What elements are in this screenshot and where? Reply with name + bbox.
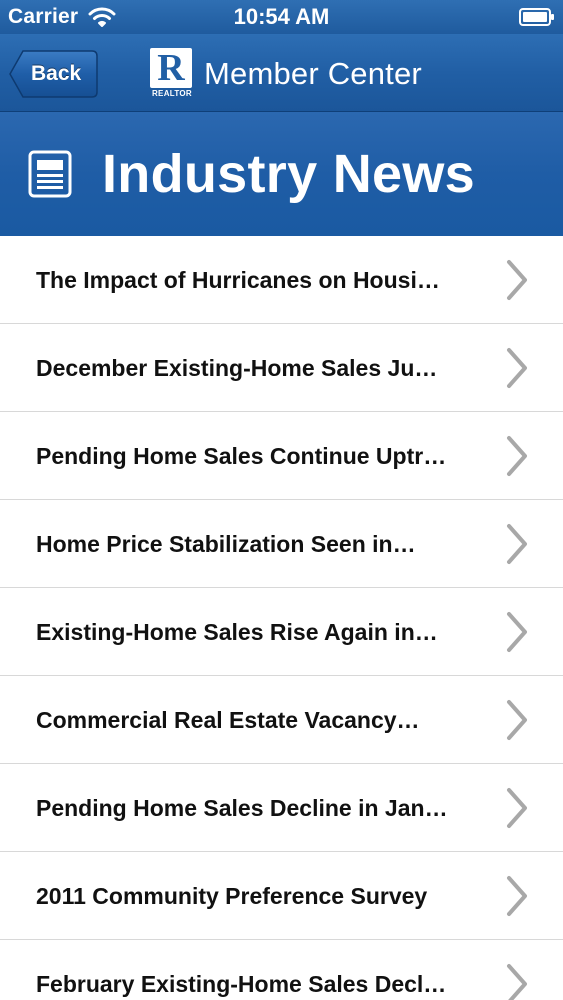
chevron-right-icon xyxy=(507,700,527,740)
logo-word: REALTOR xyxy=(151,89,193,98)
chevron-right-icon xyxy=(507,260,527,300)
battery-icon xyxy=(519,8,554,26)
list-item[interactable]: Pending Home Sales Decline in Jan… xyxy=(0,764,563,852)
list-item[interactable]: Existing-Home Sales Rise Again in… xyxy=(0,588,563,676)
list-item-label: 2011 Community Preference Survey xyxy=(36,883,428,909)
list-item-label: Existing-Home Sales Rise Again in… xyxy=(36,619,438,645)
chevron-right-icon xyxy=(507,964,527,1000)
chevron-right-icon xyxy=(507,436,527,476)
chevron-right-icon xyxy=(507,876,527,916)
list-item[interactable]: 2011 Community Preference Survey xyxy=(0,852,563,940)
chevron-right-icon xyxy=(507,788,527,828)
list-item-label: Commercial Real Estate Vacancy… xyxy=(36,707,420,733)
list-item[interactable]: December Existing-Home Sales Ju… xyxy=(0,324,563,412)
list-item[interactable]: Pending Home Sales Continue Uptr… xyxy=(0,412,563,500)
realtor-logo: R REALTOR xyxy=(150,48,194,102)
newspaper-icon xyxy=(28,150,72,198)
list-item-label: Pending Home Sales Continue Uptr… xyxy=(36,443,447,469)
list-item[interactable]: Home Price Stabilization Seen in… xyxy=(0,500,563,588)
status-bar: Carrier 10:54 AM xyxy=(0,0,563,34)
logo-letter: R xyxy=(157,47,185,89)
header-banner: Industry News xyxy=(0,112,563,236)
status-time: 10:54 AM xyxy=(233,4,330,29)
chevron-right-icon xyxy=(507,524,527,564)
list-item-label: December Existing-Home Sales Ju… xyxy=(36,355,438,381)
page-title: Industry News xyxy=(102,144,475,204)
screen: Carrier 10:54 AM Back R REALTOR Member C… xyxy=(0,0,563,1000)
back-button[interactable]: Back xyxy=(9,49,99,99)
news-list: The Impact of Hurricanes on Housi… Decem… xyxy=(0,236,563,1000)
list-item[interactable]: Commercial Real Estate Vacancy… xyxy=(0,676,563,764)
list-item-label: Pending Home Sales Decline in Jan… xyxy=(36,795,448,821)
list-item[interactable]: February Existing-Home Sales Decl… xyxy=(0,940,563,1000)
chevron-right-icon xyxy=(507,348,527,388)
list-item-label: Home Price Stabilization Seen in… xyxy=(36,531,416,557)
nav-title: Member Center xyxy=(204,56,422,91)
list-item[interactable]: The Impact of Hurricanes on Housi… xyxy=(0,236,563,324)
back-button-label: Back xyxy=(31,62,82,85)
list-item-label: February Existing-Home Sales Decl… xyxy=(36,971,447,997)
chevron-right-icon xyxy=(507,612,527,652)
nav-bar: Back R REALTOR Member Center xyxy=(0,34,563,112)
list-item-label: The Impact of Hurricanes on Housi… xyxy=(36,267,440,293)
